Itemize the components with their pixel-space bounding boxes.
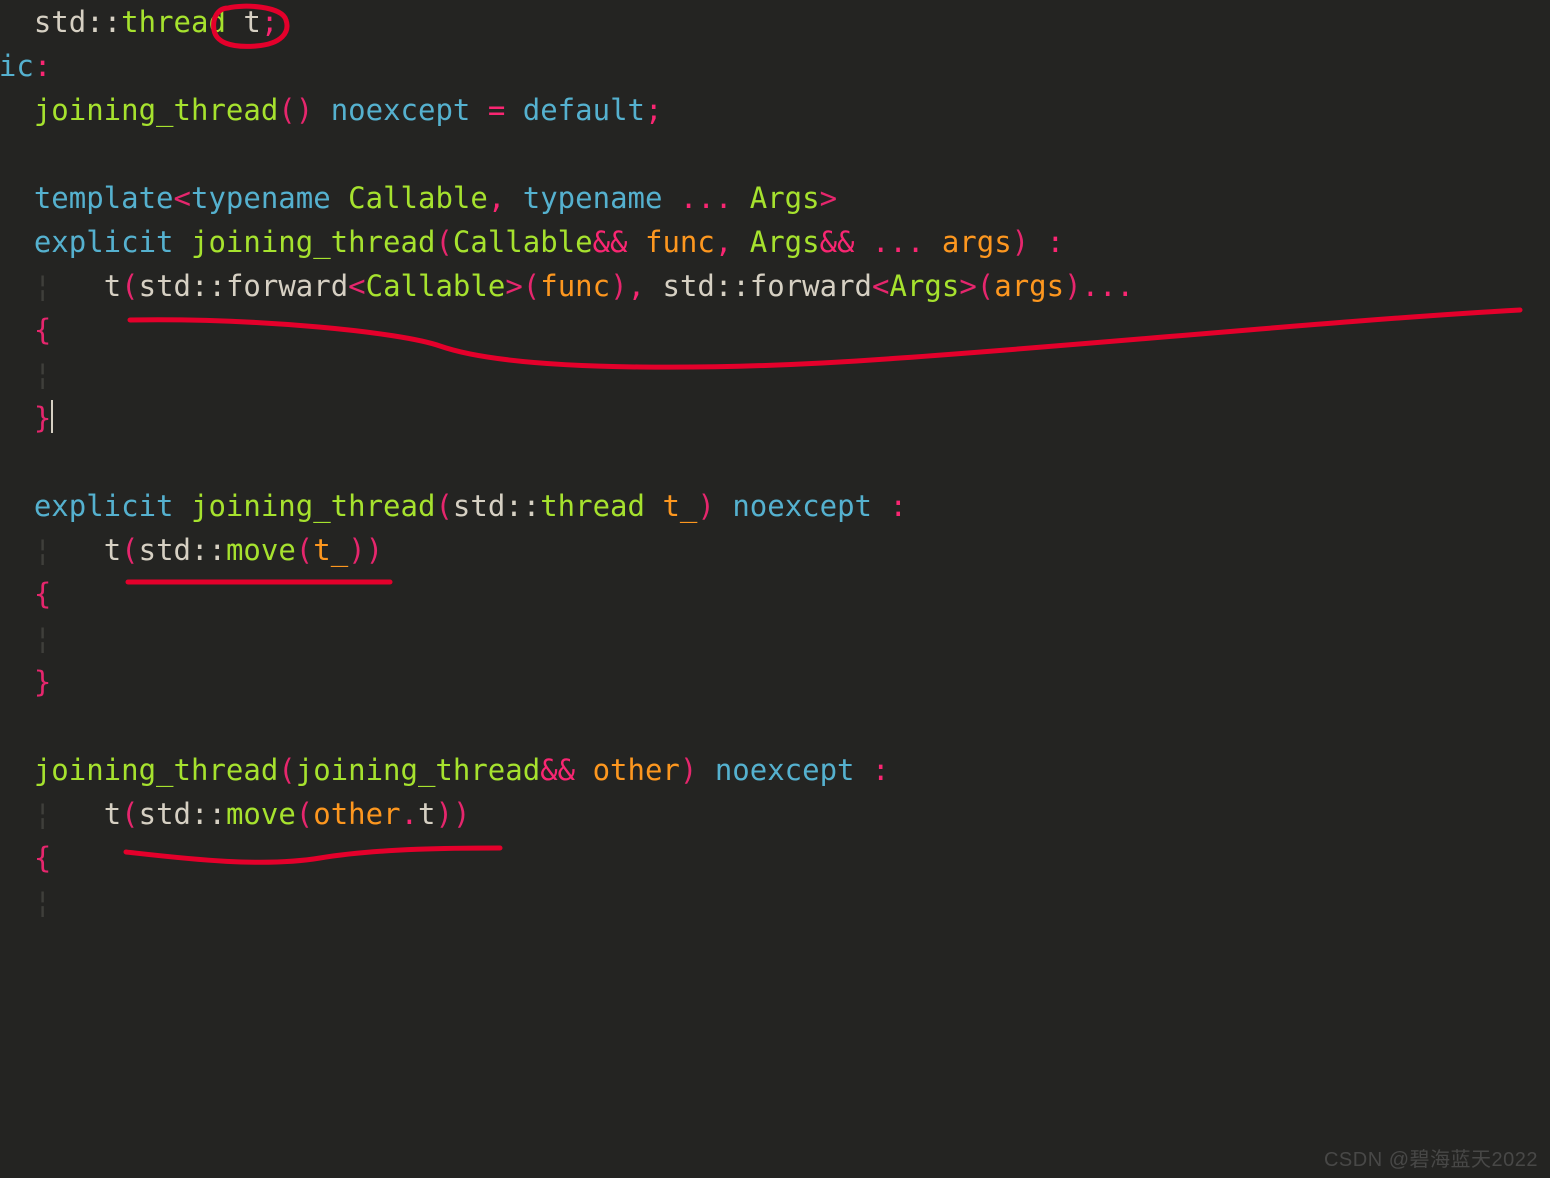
watermark: CSDN @碧海蓝天2022 — [1324, 1143, 1538, 1172]
code-line: joining_thread(joining_thread&& other) n… — [0, 753, 889, 787]
code-line: } — [0, 401, 53, 435]
code-line: explicit joining_thread(std::thread t_) … — [0, 489, 907, 523]
code-line: ¦ — [0, 357, 51, 391]
code-line: { — [0, 313, 51, 347]
code-line: ¦ t(std::forward<Callable>(func), std::f… — [0, 269, 1134, 303]
code-line: } — [0, 665, 51, 699]
code-line: ¦ t(std::move(t_)) — [0, 533, 383, 567]
code-line: ¦ — [0, 885, 51, 919]
code-line: { — [0, 841, 51, 875]
code-line: std::thread t; — [0, 5, 278, 39]
code-line: template<typename Callable, typename ...… — [0, 181, 837, 215]
code-line: joining_thread() noexcept = default; — [0, 93, 662, 127]
code-block[interactable]: std::thread t; blic: joining_thread() no… — [0, 0, 1514, 924]
code-line: ¦ t(std::move(other.t)) — [0, 797, 470, 831]
code-line: blic: — [0, 49, 51, 83]
code-line: ¦ — [0, 621, 51, 655]
text-cursor — [51, 400, 53, 433]
code-line: explicit joining_thread(Callable&& func,… — [0, 225, 1064, 259]
code-line: { — [0, 577, 51, 611]
